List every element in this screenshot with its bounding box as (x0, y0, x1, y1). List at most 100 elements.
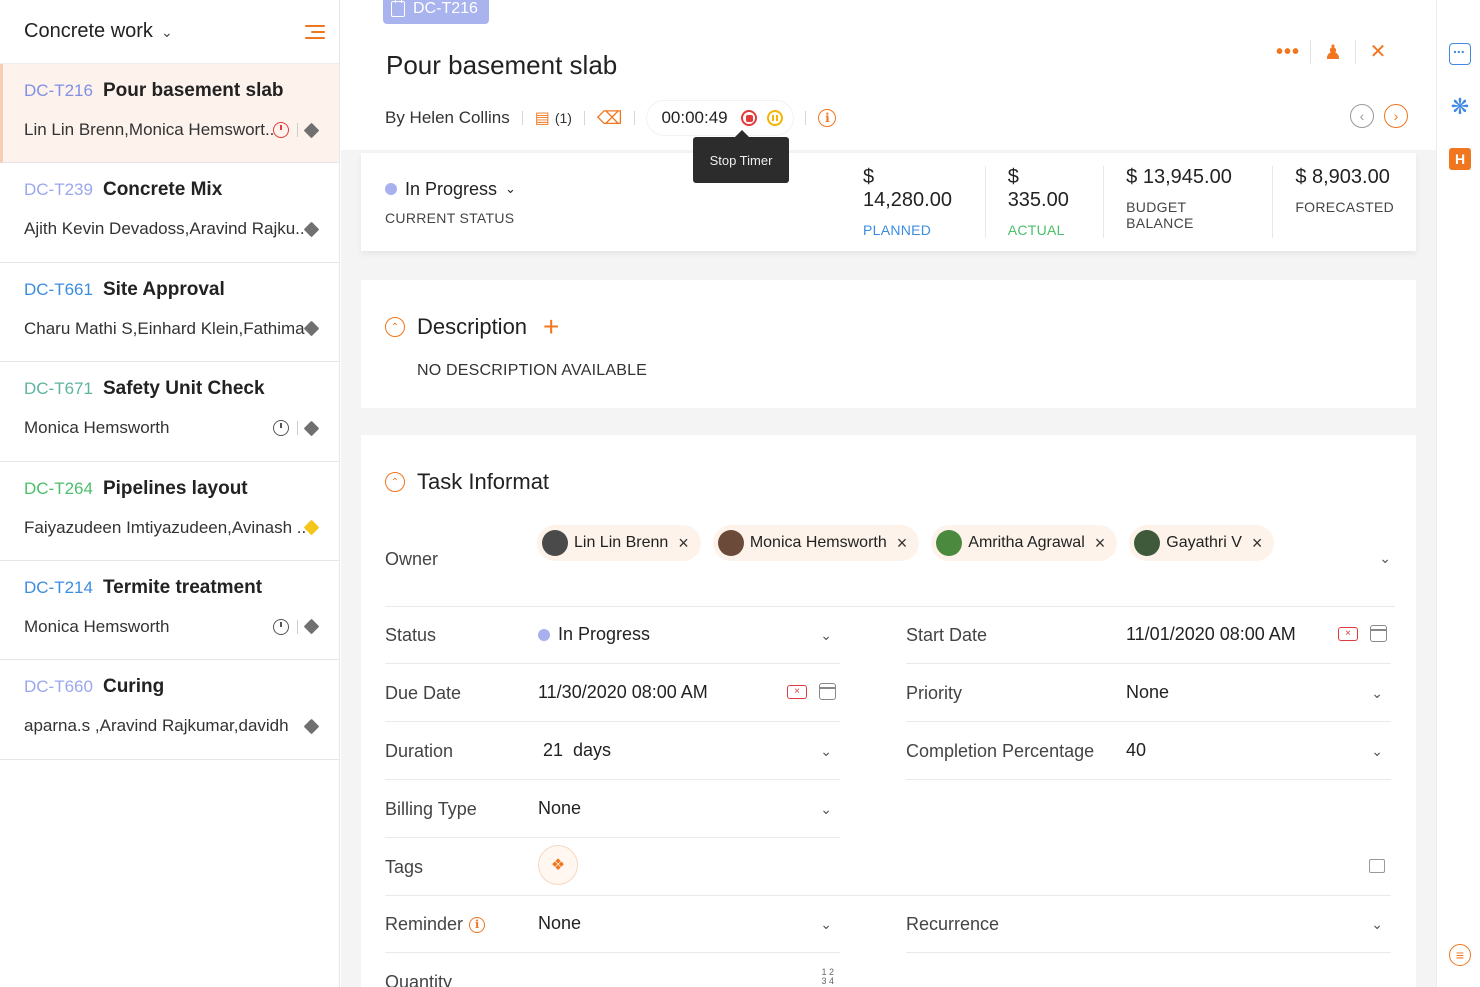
budget-label: FORECASTED (1295, 199, 1394, 215)
add-description-icon[interactable]: + (543, 313, 559, 341)
task-list-item[interactable]: DC-T214 Termite treatment Monica Hemswor… (0, 561, 339, 661)
project-selector[interactable]: Concrete work ⌄ (24, 20, 173, 43)
task-owners: aparna.s ,Aravind Rajkumar,davidh (24, 716, 289, 736)
timer-icon[interactable] (273, 122, 289, 138)
stop-timer-tooltip: Stop Timer (693, 130, 789, 183)
chevron-down-icon[interactable]: ⌄ (1379, 550, 1391, 567)
due-date-input[interactable]: 11/30/2020 08:00 AM (538, 682, 708, 703)
task-owners: Faiyazudeen Imtiyazudeen,Avinash ... (24, 517, 306, 537)
owner-name: Monica Hemsworth (749, 534, 887, 551)
status-caption: CURRENT STATUS (385, 209, 515, 226)
info-icon[interactable]: i (818, 109, 837, 127)
tag-edit-icon[interactable] (1369, 859, 1385, 873)
task-list-item[interactable]: DC-T671 Safety Unit Check Monica Hemswor… (0, 362, 339, 462)
chevron-down-icon[interactable]: ⌄ (820, 916, 832, 933)
status-dot (538, 628, 550, 641)
milestone-diamond-icon (303, 619, 320, 635)
timer-icon[interactable] (273, 618, 289, 635)
close-icon[interactable]: ✕ (1356, 38, 1400, 66)
completion-select[interactable]: 40 (1126, 740, 1146, 761)
remove-owner-icon[interactable]: × (897, 533, 908, 554)
attachment-icon[interactable]: ⌫ (597, 108, 622, 129)
remove-owner-icon[interactable]: × (1095, 533, 1106, 554)
budget-label: ACTUAL (1007, 222, 1065, 238)
billing-type-select[interactable]: None (538, 798, 581, 819)
timer-display: 00:00:49 (661, 108, 728, 127)
divider (805, 111, 807, 125)
chevron-down-icon[interactable]: ⌄ (820, 627, 832, 644)
budget-value: $ 335.00 (1007, 166, 1069, 211)
avatar (542, 530, 568, 556)
clear-date-icon[interactable]: × (1338, 626, 1358, 641)
chat-icon[interactable] (1449, 40, 1471, 65)
next-task-button[interactable]: › (1384, 104, 1408, 128)
more-options-icon[interactable]: ••• (1266, 38, 1310, 66)
status-select[interactable]: In Progress (538, 624, 650, 645)
quantity-field: Quantity 1 23 4 (385, 954, 840, 987)
integrations-icon[interactable]: ❋ (1449, 96, 1471, 118)
task-list-item[interactable]: DC-T264 Pipelines layout Faiyazudeen Imt… (0, 462, 339, 561)
hours-icon[interactable]: H (1449, 148, 1471, 170)
chevron-down-icon[interactable]: ⌄ (820, 801, 832, 818)
task-list-item[interactable]: DC-T216 Pour basement slab Lin Lin Brenn… (0, 64, 339, 164)
previous-task-button[interactable]: ‹ (1350, 104, 1374, 128)
current-status: In Progress ⌄ CURRENT STATUS (361, 179, 827, 226)
task-list-panel: Concrete work ⌄ DC-T216 Pour basement sl… (0, 0, 340, 987)
description-section: ⌃ Description + NO DESCRIPTION AVAILABLE (361, 280, 1416, 408)
budget-value: $ 8,903.00 (1295, 166, 1390, 188)
priority-select[interactable]: None (1126, 682, 1169, 703)
collapse-icon[interactable]: ⌃ (385, 317, 405, 337)
assign-user-icon[interactable]: ♟ (1311, 38, 1355, 66)
budget-figure: $ 8,903.00 FORECASTED (1272, 166, 1416, 238)
field-label: Billing Type (385, 799, 477, 819)
task-title-row: DC-T214 Termite treatment (24, 577, 317, 607)
budget-figure: $ 13,945.00 BUDGET BALANCE (1103, 166, 1272, 238)
chevron-down-icon[interactable]: ⌄ (1371, 916, 1383, 933)
calendar-icon[interactable] (819, 683, 836, 700)
comments-button[interactable]: ▤ (1) (535, 108, 572, 128)
menu-icon[interactable] (303, 23, 325, 41)
page-title: Pour basement slab (386, 50, 618, 80)
task-row-icons (273, 420, 320, 437)
task-list-item[interactable]: DC-T660 Curing aparna.s ,Aravind Rajkuma… (0, 660, 339, 760)
remove-owner-icon[interactable]: × (678, 533, 689, 554)
divider (297, 619, 298, 634)
collapse-icon[interactable]: ⌃ (385, 472, 405, 492)
clipboard-icon (391, 0, 405, 17)
duration-input[interactable]: 21 days (543, 740, 611, 761)
timer-icon[interactable] (273, 420, 289, 437)
description-header: ⌃ Description + (385, 313, 559, 341)
start-date-input[interactable]: 11/01/2020 08:00 AM (1126, 624, 1296, 645)
task-id-badge: DC-T216 (383, 0, 489, 24)
chevron-down-icon[interactable]: ⌄ (820, 743, 832, 760)
owner-chip: Amritha Agrawal × (931, 525, 1118, 561)
task-list-item[interactable]: DC-T661 Site Approval Charu Mathi S,Einh… (0, 263, 339, 363)
reminder-select[interactable]: None (538, 913, 581, 934)
pause-timer-button[interactable] (767, 110, 784, 126)
task-id: DC-T214 (24, 577, 93, 597)
task-navigation: ‹ › (1350, 104, 1408, 128)
stop-timer-button[interactable] (741, 110, 758, 126)
task-owner-row: Lin Lin Brenn,Monica Hemswort... (24, 118, 320, 142)
status-field: Status In Progress ⌄ (385, 607, 840, 664)
owner-chip: Lin Lin Brenn × (537, 525, 701, 561)
task-info-header: ⌃ Task Informat (385, 469, 549, 495)
add-tag-icon[interactable]: ❖ (538, 845, 578, 885)
task-detail: DC-T216 Pour basement slab ••• ♟ ✕ By He… (341, 0, 1436, 987)
clear-date-icon[interactable]: × (787, 684, 807, 699)
chevron-down-icon[interactable]: ⌄ (1371, 685, 1383, 702)
task-list-item[interactable]: DC-T239 Concrete Mix Ajith Kevin Devados… (0, 163, 339, 263)
remove-owner-icon[interactable]: × (1252, 533, 1263, 554)
info-icon[interactable]: i (469, 916, 486, 933)
field-label: Completion Percentage (906, 741, 1095, 761)
notes-icon[interactable]: ≡ (1449, 944, 1471, 966)
divider (634, 111, 636, 125)
chevron-down-icon[interactable]: ⌄ (1371, 743, 1383, 760)
due-date-field: Due Date 11/30/2020 08:00 AM × (385, 665, 840, 722)
task-list: DC-T216 Pour basement slab Lin Lin Brenn… (0, 64, 339, 760)
owner-chips: Lin Lin Brenn × Monica Hemsworth × Amrit… (537, 525, 1275, 561)
field-label: Duration (385, 741, 454, 761)
task-owners: Lin Lin Brenn,Monica Hemswort... (24, 120, 273, 139)
calendar-icon[interactable] (1370, 625, 1387, 642)
billing-type-field: Billing Type None ⌄ (385, 781, 840, 838)
